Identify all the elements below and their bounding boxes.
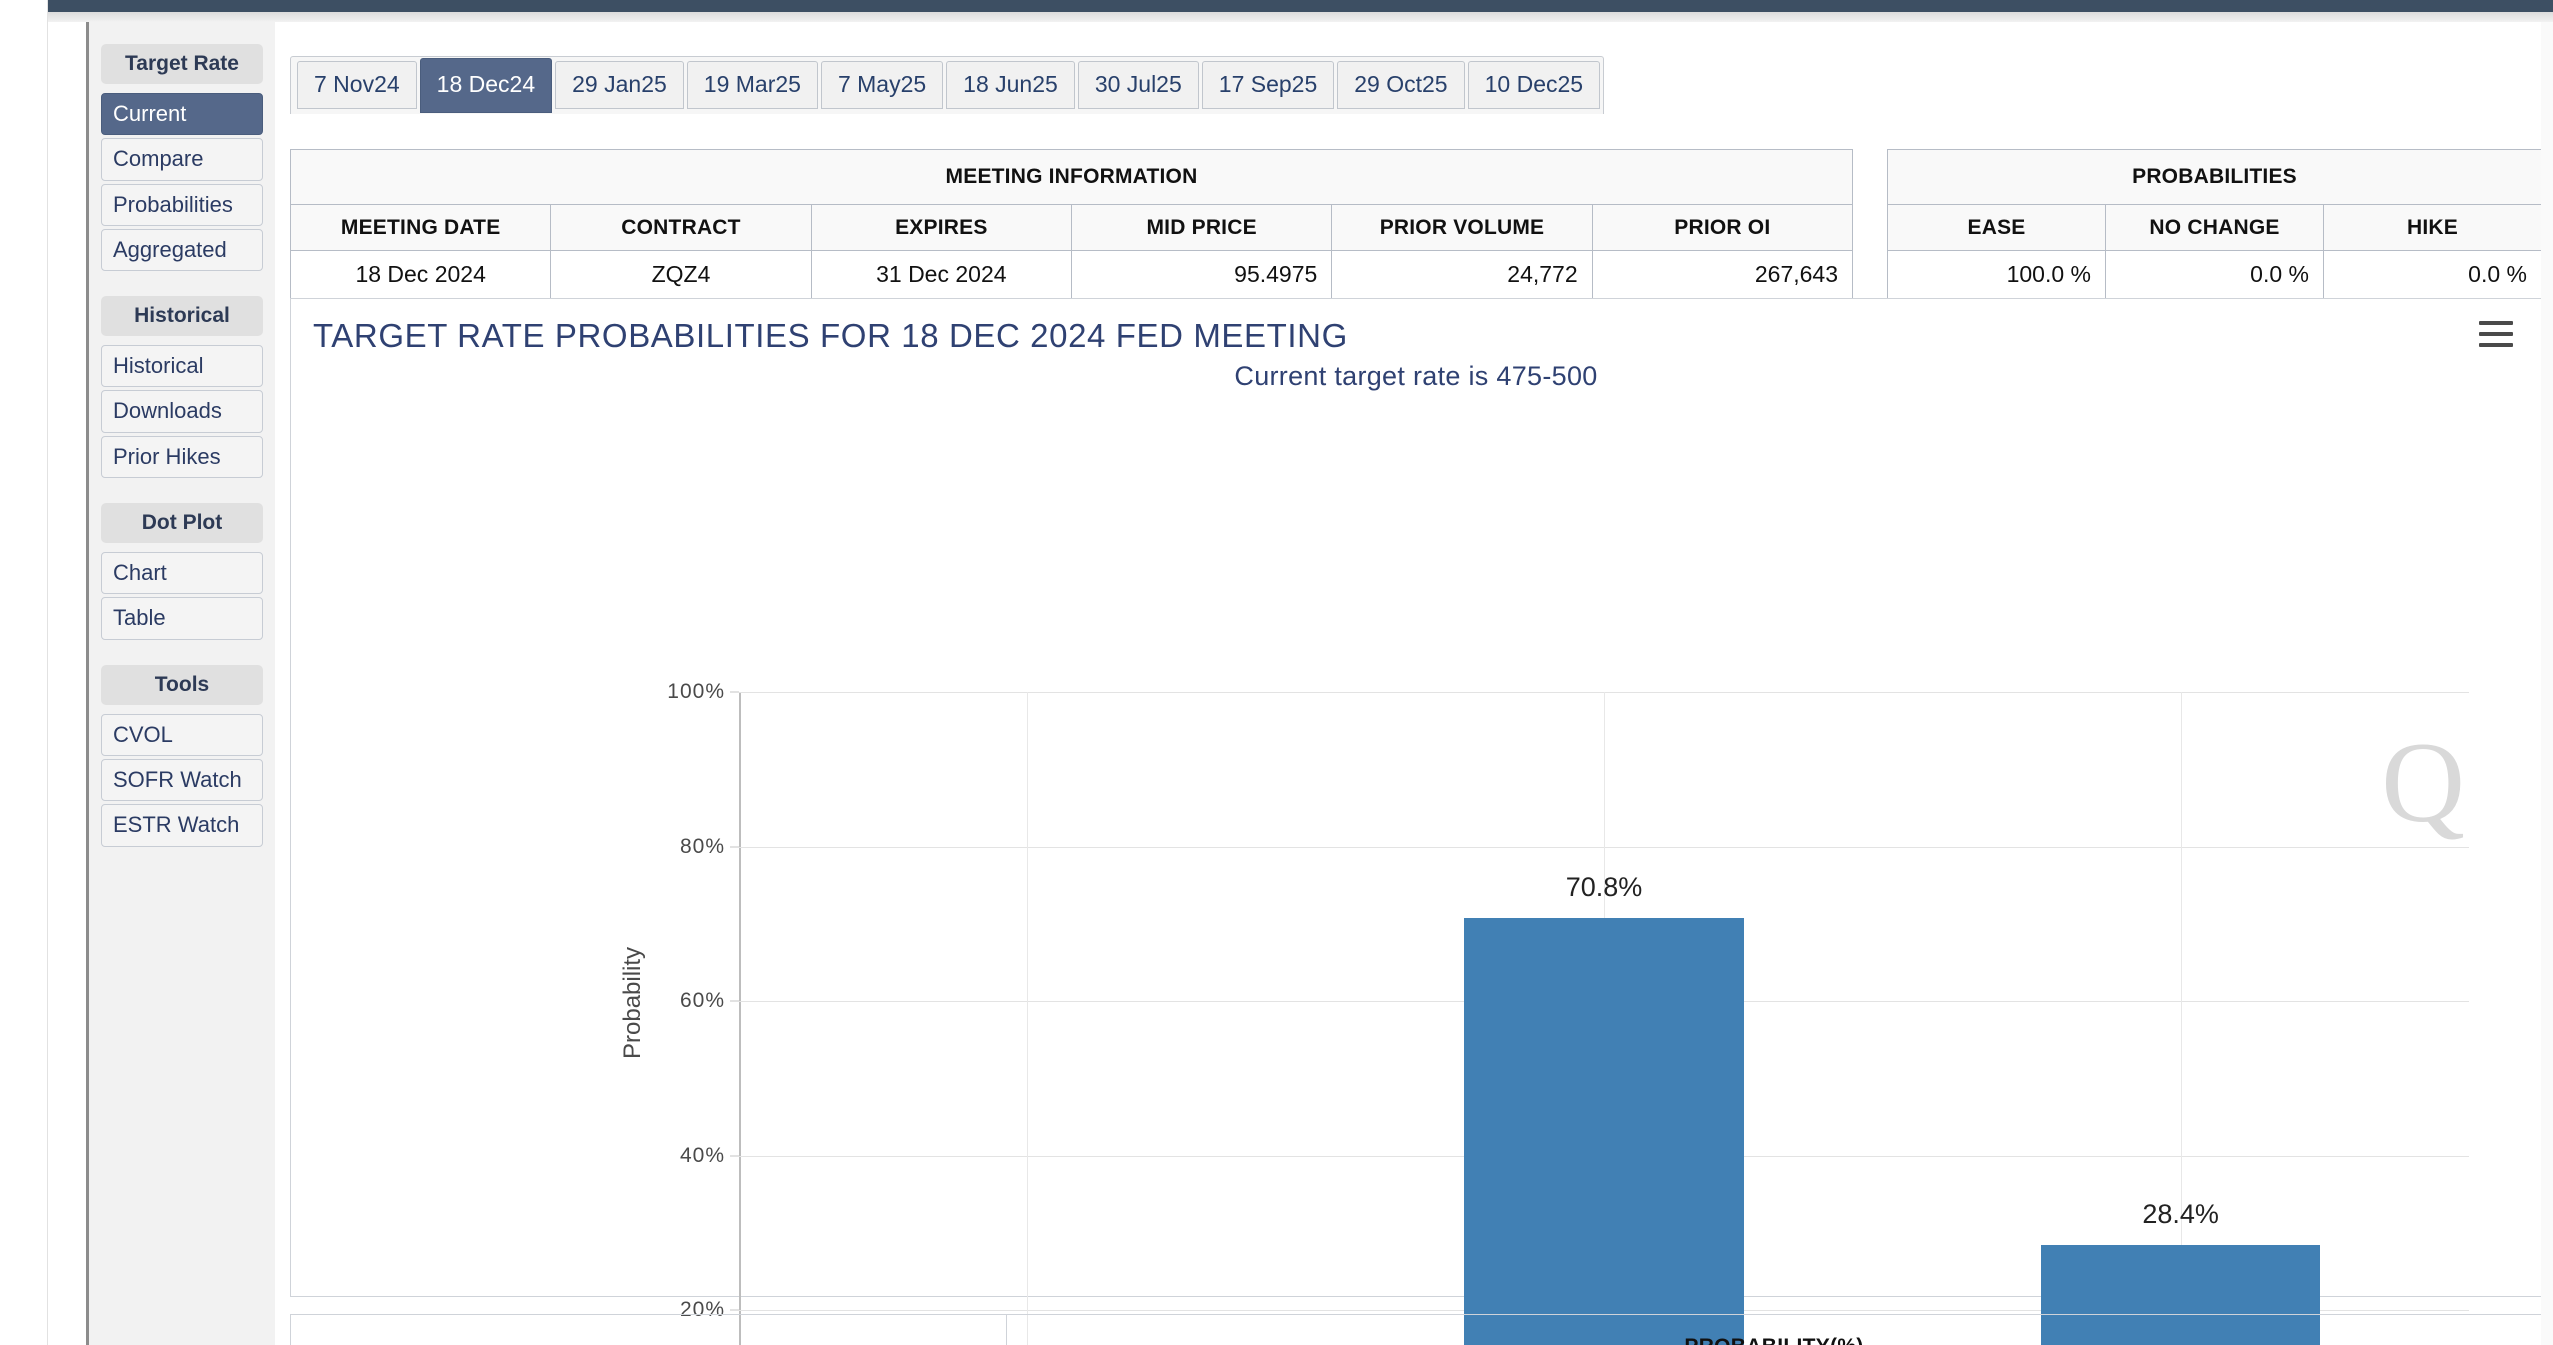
column-header: NO CHANGE bbox=[2105, 204, 2324, 251]
table-cell: 100.0 % bbox=[1887, 250, 2106, 299]
sidebar-item-downloads[interactable]: Downloads bbox=[101, 390, 263, 433]
y-tick-mark bbox=[730, 691, 739, 693]
table-cell: 0.0 % bbox=[2323, 250, 2542, 299]
sidebar-item-historical[interactable]: Historical bbox=[101, 345, 263, 388]
tab-17-sep25[interactable]: 17 Sep25 bbox=[1201, 61, 1335, 109]
column-header: PRIOR OI bbox=[1591, 204, 1854, 251]
y-axis-line bbox=[739, 692, 741, 1345]
x-gridline bbox=[1027, 692, 1029, 1345]
probability-detail-left-cell bbox=[291, 1315, 1007, 1345]
probabilities-table-caption: PROBABILITIES bbox=[1887, 149, 2542, 205]
page-root: Target Rate Current Compare Probabilities Ag… bbox=[0, 0, 2553, 1345]
meeting-table-data-row: 18 Dec 2024 ZQZ4 31 Dec 2024 95.4975 24,772 2… bbox=[289, 250, 1854, 299]
top-bar bbox=[48, 0, 2553, 12]
sidebar-group-title-dot-plot: Dot Plot bbox=[101, 503, 263, 544]
column-header: EASE bbox=[1887, 204, 2106, 251]
y-axis-label: Probability bbox=[619, 946, 646, 1059]
column-header: EXPIRES bbox=[810, 204, 1072, 251]
table-cell: 24,772 bbox=[1331, 250, 1593, 299]
probability-detail-header: PROBABILITY(%) bbox=[1007, 1315, 2541, 1345]
tab-18-dec24[interactable]: 18 Dec24 bbox=[419, 58, 553, 113]
sidebar-item-current[interactable]: Current bbox=[101, 93, 263, 136]
sidebar-item-aggregated[interactable]: Aggregated bbox=[101, 228, 263, 272]
column-header: MID PRICE bbox=[1070, 204, 1333, 251]
tab-7-nov24[interactable]: 7 Nov24 bbox=[297, 61, 417, 109]
y-tick-label: 40% bbox=[679, 1143, 725, 1167]
page-scrollbar[interactable] bbox=[2541, 22, 2553, 1345]
tab-29-jan25[interactable]: 29 Jan25 bbox=[555, 61, 684, 109]
table-cell: 95.4975 bbox=[1070, 250, 1333, 299]
main-content: 7 Nov24 18 Dec24 29 Jan25 19 Mar25 7 May25 18… bbox=[284, 22, 2553, 1345]
sidebar-item-table[interactable]: Table bbox=[101, 597, 263, 640]
sidebar-item-compare[interactable]: Compare bbox=[101, 138, 263, 181]
table-cell: 0.0 % bbox=[2105, 250, 2324, 299]
bar-425-450[interactable] bbox=[1464, 917, 1744, 1345]
sidebar-item-chart[interactable]: Chart bbox=[101, 552, 263, 595]
meeting-date-tabs[interactable]: 7 Nov24 18 Dec24 29 Jan25 19 Mar25 7 May25 18… bbox=[290, 56, 1605, 114]
sidebar-group-title-tools: Tools bbox=[101, 664, 263, 705]
y-tick-mark bbox=[730, 1155, 739, 1157]
column-header: PRIOR VOLUME bbox=[1331, 204, 1593, 251]
probability-detail-table: PROBABILITY(%) bbox=[290, 1314, 2542, 1345]
sidebar-item-cvol[interactable]: CVOL bbox=[101, 713, 263, 756]
chart-card: TARGET RATE PROBABILITIES FOR 18 DEC 202… bbox=[290, 298, 2543, 1345]
sidebar: Target Rate Current Compare Probabilities Ag… bbox=[89, 22, 275, 1345]
meeting-information-table: MEETING INFORMATION MEETING DATE CONTRACT… bbox=[289, 149, 1854, 299]
sidebar-group-title-historical: Historical bbox=[101, 296, 263, 337]
y-tick-mark bbox=[730, 846, 739, 848]
y-tick-label: 80% bbox=[679, 834, 725, 858]
y-tick-label: 100% bbox=[667, 680, 725, 703]
column-header: MEETING DATE bbox=[289, 204, 552, 251]
sidebar-item-prior-hikes[interactable]: Prior Hikes bbox=[101, 435, 263, 479]
left-gutter bbox=[0, 0, 48, 1345]
bar-chart-plot: Q Probability Target Rate (in bps) 0%20%… bbox=[291, 299, 2543, 1345]
table-cell: 31 Dec 2024 bbox=[810, 250, 1072, 299]
column-header: HIKE bbox=[2323, 204, 2542, 251]
tab-29-oct25[interactable]: 29 Oct25 bbox=[1337, 61, 1465, 109]
tab-18-jun25[interactable]: 18 Jun25 bbox=[946, 61, 1075, 109]
top-bar-shadow bbox=[48, 12, 2553, 22]
table-cell: 18 Dec 2024 bbox=[289, 250, 552, 299]
meeting-table-caption: MEETING INFORMATION bbox=[290, 149, 1853, 205]
probabilities-table-data-row: 100.0 % 0.0 % 0.0 % bbox=[1887, 250, 2542, 299]
summary-tables: MEETING INFORMATION MEETING DATE CONTRACT… bbox=[289, 149, 2542, 299]
y-tick-mark bbox=[730, 1309, 739, 1311]
meeting-table-header-row: MEETING DATE CONTRACT EXPIRES MID PRICE PRIO… bbox=[289, 204, 1854, 251]
tab-19-mar25[interactable]: 19 Mar25 bbox=[686, 61, 818, 109]
y-tick-label: 60% bbox=[679, 989, 725, 1013]
table-cell: ZQZ4 bbox=[550, 250, 812, 299]
bar-value-label: 28.4% bbox=[2142, 1199, 2219, 1230]
sidebar-item-estr-watch[interactable]: ESTR Watch bbox=[101, 804, 263, 847]
tab-7-may25[interactable]: 7 May25 bbox=[820, 61, 944, 109]
sidebar-item-probabilities[interactable]: Probabilities bbox=[101, 183, 263, 226]
sidebar-group-title-target-rate: Target Rate bbox=[101, 44, 263, 84]
table-cell: 267,643 bbox=[1591, 250, 1854, 299]
tab-30-jul25[interactable]: 30 Jul25 bbox=[1077, 61, 1199, 109]
plot-area: 0%20%40%60%80%100% bbox=[667, 680, 2469, 1345]
tab-10-dec25[interactable]: 10 Dec25 bbox=[1467, 61, 1601, 109]
sidebar-item-sofr-watch[interactable]: SOFR Watch bbox=[101, 758, 263, 802]
bar-value-label: 70.8% bbox=[1565, 871, 1643, 902]
column-header: CONTRACT bbox=[550, 204, 812, 251]
y-tick-mark bbox=[730, 1000, 739, 1002]
probabilities-table: PROBABILITIES EASE NO CHANGE HIKE 100.0 % 0… bbox=[1887, 149, 2542, 299]
probabilities-table-header-row: EASE NO CHANGE HIKE bbox=[1887, 204, 2542, 251]
